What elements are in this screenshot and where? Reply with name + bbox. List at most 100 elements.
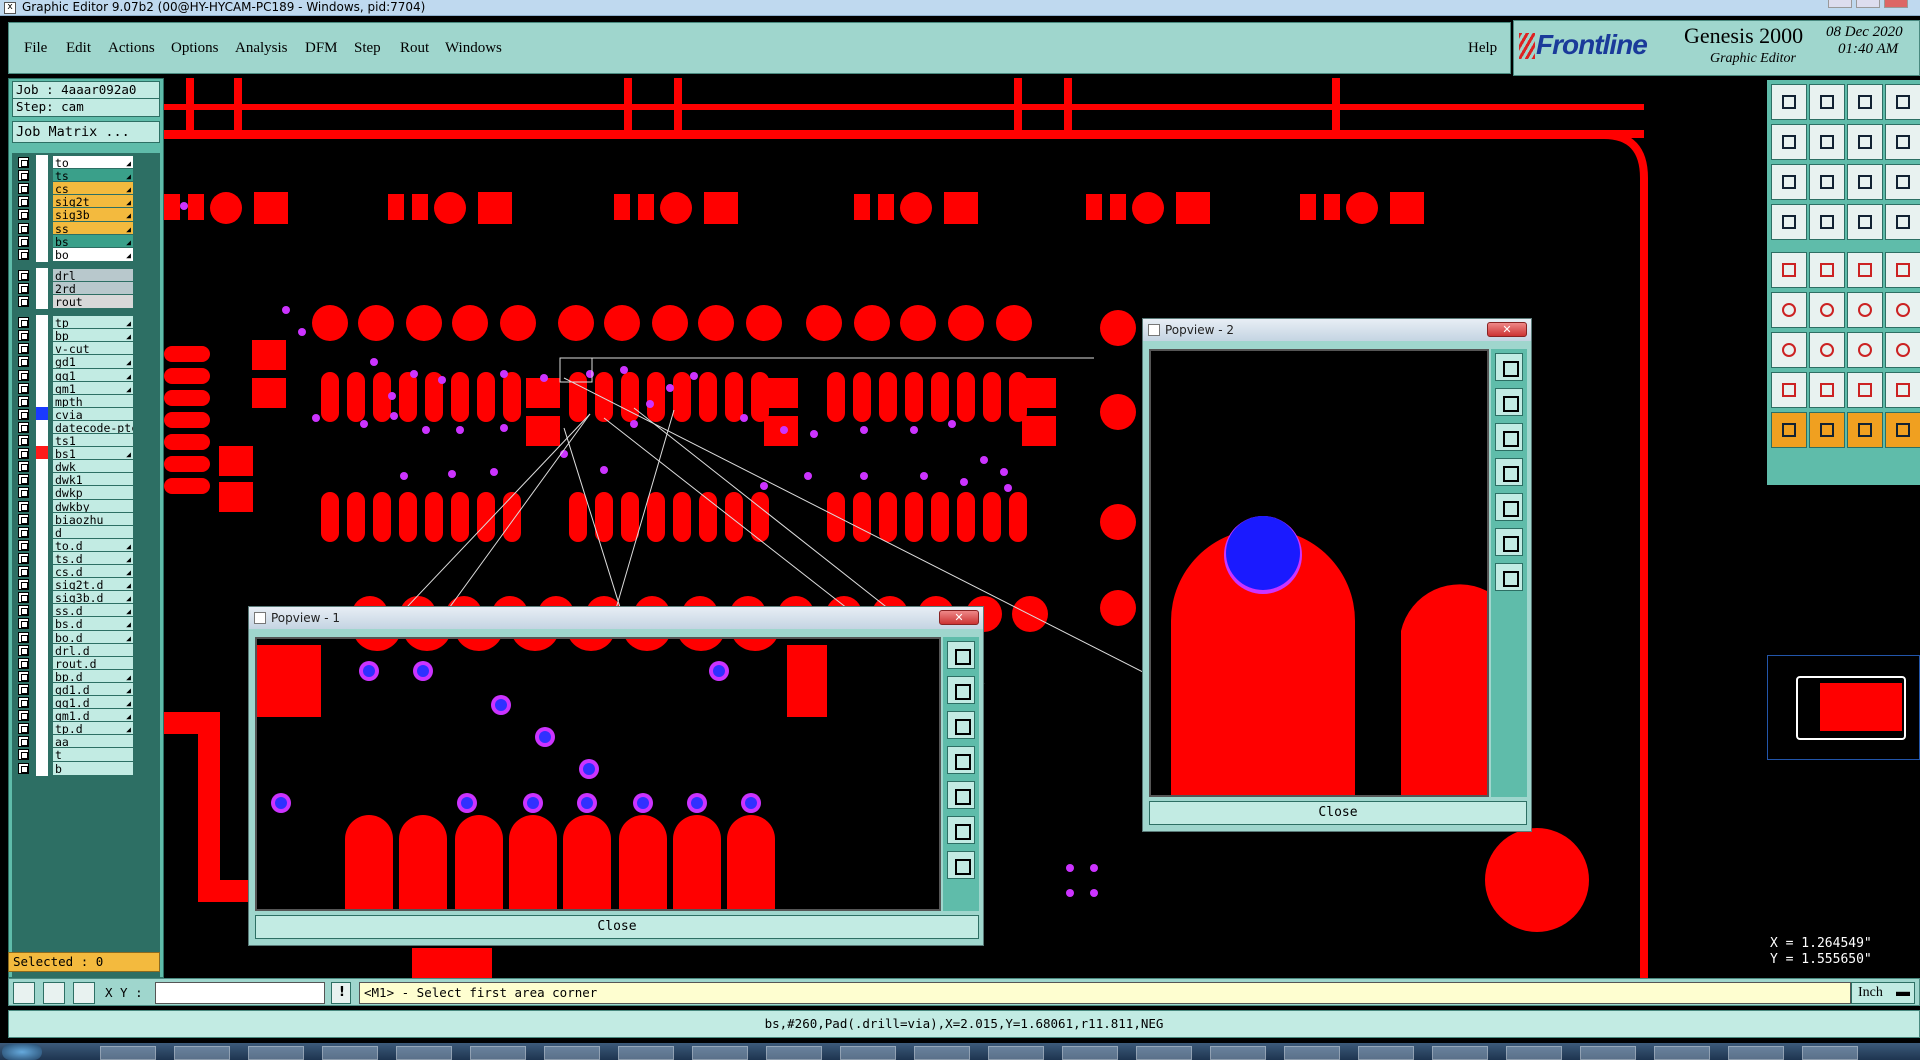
taskbar-item[interactable] [248,1046,304,1060]
pan-right-icon[interactable] [1809,124,1845,160]
layer-checkbox[interactable] [18,618,29,630]
layer-checkbox[interactable] [18,697,29,708]
layer-checkbox[interactable] [18,448,29,460]
layer-checkbox[interactable] [18,670,29,682]
move-icon[interactable] [1809,204,1845,240]
grid-icon[interactable] [73,982,95,1004]
layer-checkbox[interactable] [18,330,29,342]
menu-edit[interactable]: Edit [66,40,91,57]
popview-2-close-icon[interactable]: ✕ [1487,322,1527,337]
pan-right-icon[interactable] [1885,372,1920,408]
delete-icon[interactable] [1885,204,1920,240]
maximize-button[interactable] [1856,0,1880,8]
zoom-in-icon[interactable] [1809,84,1845,120]
cursor-icon[interactable] [1847,292,1883,328]
highlight-icon[interactable] [1885,164,1920,200]
popview-2-close-button[interactable]: Close [1149,801,1527,825]
triangle-icon[interactable] [1771,292,1807,328]
taskbar-item[interactable] [1432,1046,1488,1060]
layer-checkbox[interactable] [18,157,29,168]
layer-checkbox[interactable] [18,248,29,260]
line-icon[interactable] [1771,252,1807,288]
pan-left-icon[interactable] [947,746,975,774]
taskbar-item[interactable] [1062,1046,1118,1060]
layer-checkbox[interactable] [18,317,29,329]
text-icon[interactable] [1885,252,1920,288]
measure-icon[interactable] [1809,412,1845,448]
menu-options[interactable]: Options [171,40,219,57]
layer-checkbox[interactable] [18,566,29,577]
taskbar-item[interactable] [1284,1046,1340,1060]
taskbar-item[interactable] [914,1046,970,1060]
taskbar-item[interactable] [174,1046,230,1060]
menu-dfm[interactable]: DFM [305,40,338,57]
layer-checkbox[interactable] [18,235,29,247]
grid-icon[interactable] [1847,164,1883,200]
menu-windows[interactable]: Windows [445,40,502,57]
pan-right-icon[interactable] [1495,493,1523,521]
polygon-icon[interactable] [1809,292,1845,328]
copy-icon[interactable] [1847,204,1883,240]
layer-checkbox[interactable] [18,356,29,368]
layer-checkbox[interactable] [18,343,29,355]
zoom-fit-icon[interactable] [1495,353,1523,381]
taskbar-item[interactable] [1654,1046,1710,1060]
zoom-home-icon[interactable] [1847,332,1883,368]
taskbar-item[interactable] [1136,1046,1192,1060]
menu-actions[interactable]: Actions [108,40,155,57]
layer-checkbox[interactable] [18,269,29,281]
layer-name[interactable]: b [52,760,134,776]
layer-checkbox[interactable] [18,552,29,564]
layer-checkbox[interactable] [18,749,29,761]
layer-checkbox[interactable] [18,209,29,221]
mini-map[interactable] [1767,655,1920,760]
units-select[interactable]: Inch ▬ [1851,982,1915,1004]
layer-checkbox[interactable] [18,710,29,722]
feature-icon[interactable] [1771,204,1807,240]
xy-input[interactable] [155,982,325,1004]
rotate-icon[interactable] [1771,332,1807,368]
pan-up-icon[interactable] [947,676,975,704]
taskbar-item[interactable] [1358,1046,1414,1060]
layer-checkbox[interactable] [18,282,29,294]
taskbar-item[interactable] [396,1046,452,1060]
zoom-out-icon[interactable] [1495,528,1523,556]
popview-1-close-button[interactable]: Close [255,915,979,939]
snap-icon[interactable] [1809,164,1845,200]
popview-2-view[interactable] [1149,349,1489,797]
layer-checkbox[interactable] [18,526,29,538]
layer-checkbox[interactable] [18,461,29,473]
taskbar-item[interactable] [1580,1046,1636,1060]
layer-checkbox[interactable] [18,539,29,551]
menu-rout[interactable]: Rout [400,40,429,57]
zoom-out-icon[interactable] [1771,372,1807,408]
pan-left-icon[interactable] [1495,458,1523,486]
popview-1-close-icon[interactable]: ✕ [939,610,979,625]
taskbar-item[interactable] [766,1046,822,1060]
layer-checkbox[interactable] [18,170,29,182]
layer-checkbox[interactable] [18,657,29,669]
minimize-button[interactable] [1828,0,1852,8]
taskbar-item[interactable] [840,1046,896,1060]
taskbar-item[interactable] [692,1046,748,1060]
pan-right-icon[interactable] [947,781,975,809]
info-icon[interactable]: ! [331,982,351,1004]
select-icon[interactable] [1847,412,1883,448]
layer-checkbox[interactable] [18,474,29,486]
snap-icon[interactable] [13,982,35,1004]
layer-checkbox[interactable] [18,736,29,748]
zoom-out-icon[interactable] [1847,84,1883,120]
menu-step[interactable]: Step [354,40,381,57]
layer-name[interactable]: rout [52,294,134,309]
menu-analysis[interactable]: Analysis [235,40,288,57]
measure-icon[interactable] [1885,124,1920,160]
taskbar-item[interactable] [470,1046,526,1060]
zoom-fit-icon[interactable] [1885,84,1920,120]
layer-checkbox[interactable] [18,421,29,433]
layer-checkbox[interactable] [18,382,29,394]
layer-checkbox[interactable] [18,762,29,774]
pan-down-icon[interactable] [947,711,975,739]
job-matrix-button[interactable]: Job Matrix ... [12,121,160,143]
zoom-in-icon[interactable] [1495,563,1523,591]
layer-checkbox[interactable] [18,296,29,307]
